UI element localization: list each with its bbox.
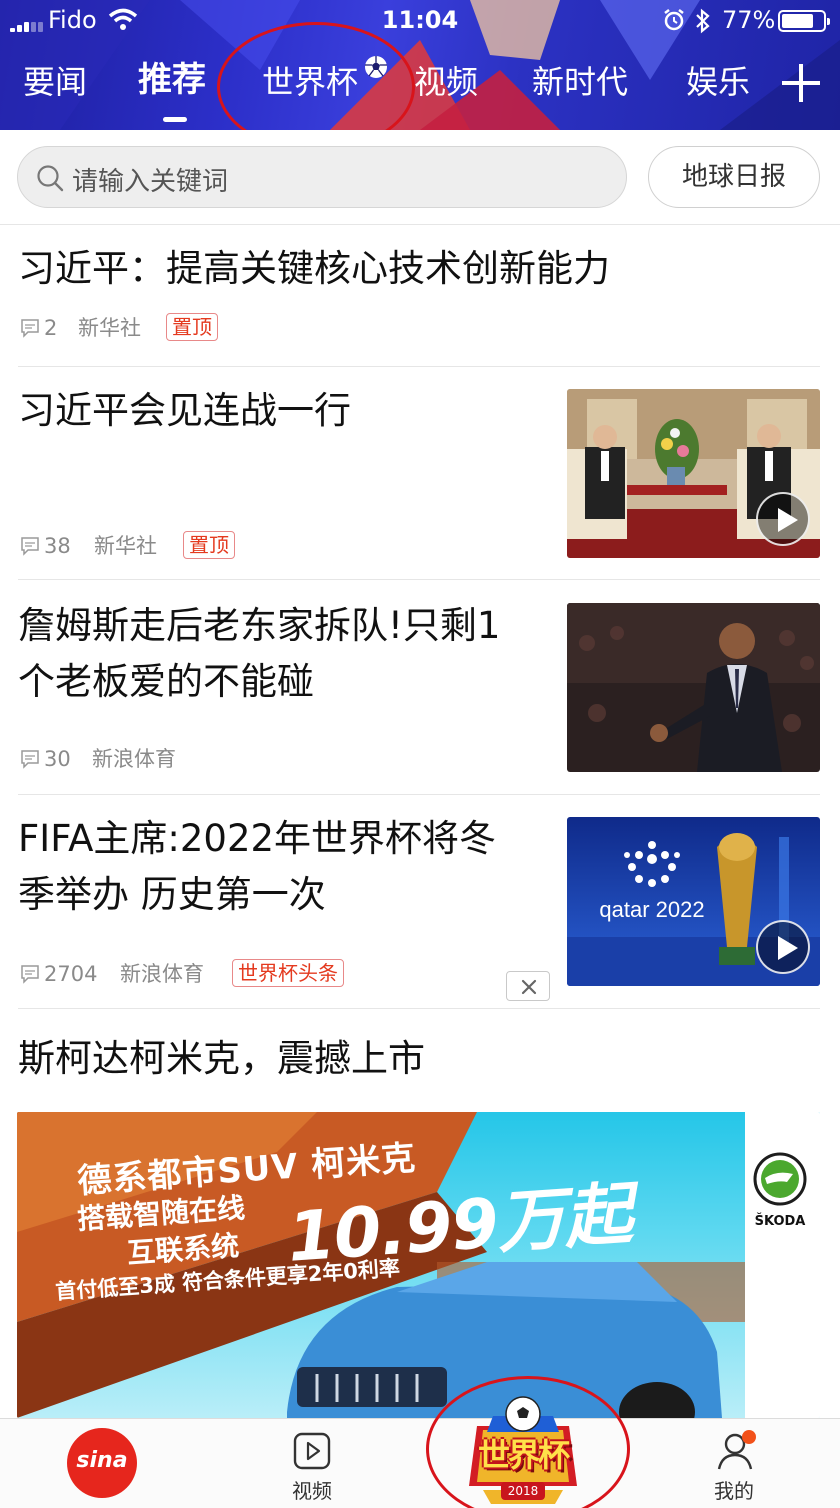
play-icon[interactable] [756,492,810,546]
tab-home[interactable]: sina [40,1419,164,1508]
battery-percent: 77% [722,6,776,34]
news-thumbnail[interactable] [567,389,820,558]
battery-icon [778,10,830,32]
tab-yaowen[interactable]: 要闻 [23,60,87,104]
news-title[interactable]: 习近平会见连战一行 [18,383,351,439]
coach-photo [567,603,820,772]
skoda-emblem-icon [753,1152,807,1206]
skoda-logo: ŠKODA [745,1152,815,1229]
tab-me-label: 我的 [714,1479,754,1503]
dismiss-button[interactable] [506,971,550,1001]
bluetooth-icon [696,8,710,34]
tab-me[interactable]: 我的 [684,1419,784,1508]
channel-header: Fido 11:04 77% 要闻 推荐 世界杯 视频 新时代 娱乐 [0,0,840,130]
news-title-line2[interactable]: 个老板爱的不能碰 [18,654,314,710]
news-item[interactable]: 习近平：提高关键核心技术创新能力 2 新华社 置顶 [18,225,820,367]
comment-count: 2704 [44,962,98,986]
tab-video-label: 视频 [292,1479,332,1503]
news-meta: 2 新华社 置顶 [18,313,418,343]
search-row: 请输入关键词 地球日报 [0,130,840,225]
comment-icon [21,750,39,769]
ad-item[interactable]: 斯柯达柯米克，震撼上市 [18,1009,820,1119]
news-thumbnail[interactable] [567,603,820,772]
earth-daily-button[interactable]: 地球日报 [648,146,820,208]
comment-count: 30 [44,747,71,771]
tab-xinshidai[interactable]: 新时代 [532,60,628,104]
pinned-tag: 置顶 [166,313,218,341]
news-item[interactable]: 习近平会见连战一行 38 新华社 置顶 [18,367,820,580]
close-icon [521,979,537,995]
tab-video[interactable]: 视频 [414,60,478,104]
news-thumbnail[interactable]: qatar 2022 [567,817,820,986]
worldcup-year: 2018 [501,1482,545,1500]
sina-logo-icon: sina [67,1428,137,1498]
news-source: 新华社 [78,316,141,340]
add-channel-button[interactable] [780,62,822,104]
qatar-2022-text: qatar 2022 [599,897,704,922]
news-meta: 2704 新浪体育 世界杯头条 [18,959,438,989]
search-icon [37,165,64,192]
ad-title[interactable]: 斯柯达柯米克，震撼上市 [18,1031,425,1087]
comment-count: 2 [44,316,58,340]
pinned-tag: 置顶 [183,531,235,559]
ad-copy: 德系都市SUV 柯米克 搭载智随在线 互联系统 10.99万起 首付低至3成 符… [17,1112,820,1418]
status-bar: Fido 11:04 77% [0,0,840,42]
bottom-tab-bar: sina 视频 我的 [0,1418,840,1508]
news-source: 新浪体育 [120,962,204,986]
news-title[interactable]: 习近平：提高关键核心技术创新能力 [18,241,610,297]
comment-icon [21,319,39,338]
comment-icon [21,537,39,556]
news-item[interactable]: 詹姆斯走后老东家拆队!只剩1 个老板爱的不能碰 30 新浪体育 [18,580,820,795]
news-source: 新华社 [94,534,157,558]
worldcup-badge-label: 世界杯 [477,1436,570,1474]
soccer-ball-icon [365,56,387,78]
channel-tabs: 要闻 推荐 世界杯 视频 新时代 娱乐 [0,60,840,110]
search-placeholder: 请输入关键词 [72,167,229,197]
video-play-icon [293,1432,331,1470]
news-meta: 30 新浪体育 [18,744,418,774]
tab-yule[interactable]: 娱乐 [686,60,750,104]
news-meta: 38 新华社 置顶 [18,531,418,561]
alarm-icon [664,9,684,31]
comment-count: 38 [44,534,71,558]
play-icon[interactable] [756,920,810,974]
news-source: 新浪体育 [92,747,176,771]
notification-dot [742,1430,756,1444]
tab-video-bottom[interactable]: 视频 [262,1419,362,1508]
clock: 11:04 [381,6,459,34]
news-title-line1[interactable]: 詹姆斯走后老东家拆队!只剩1 [18,598,500,654]
tab-worldcup[interactable]: 世界杯 [262,60,358,104]
active-tab-indicator [163,117,187,122]
skoda-wordmark: ŠKODA [754,1214,806,1229]
ad-banner[interactable]: 德系都市SUV 柯米克 搭载智随在线 互联系统 10.99万起 首付低至3成 符… [17,1112,820,1418]
news-title-line2[interactable]: 季举办 历史第一次 [18,867,326,923]
tab-tuijian[interactable]: 推荐 [138,58,206,102]
worldcup-headline-tag: 世界杯头条 [232,959,344,987]
news-item[interactable]: FIFA主席:2022年世界杯将冬 季举办 历史第一次 2704 新浪体育 世界… [18,795,820,1009]
tab-worldcup-bottom[interactable]: 世界杯 2018 [463,1386,583,1508]
news-title-line1[interactable]: FIFA主席:2022年世界杯将冬 [18,811,496,867]
comment-icon [21,965,39,984]
search-input[interactable]: 请输入关键词 [17,146,627,208]
